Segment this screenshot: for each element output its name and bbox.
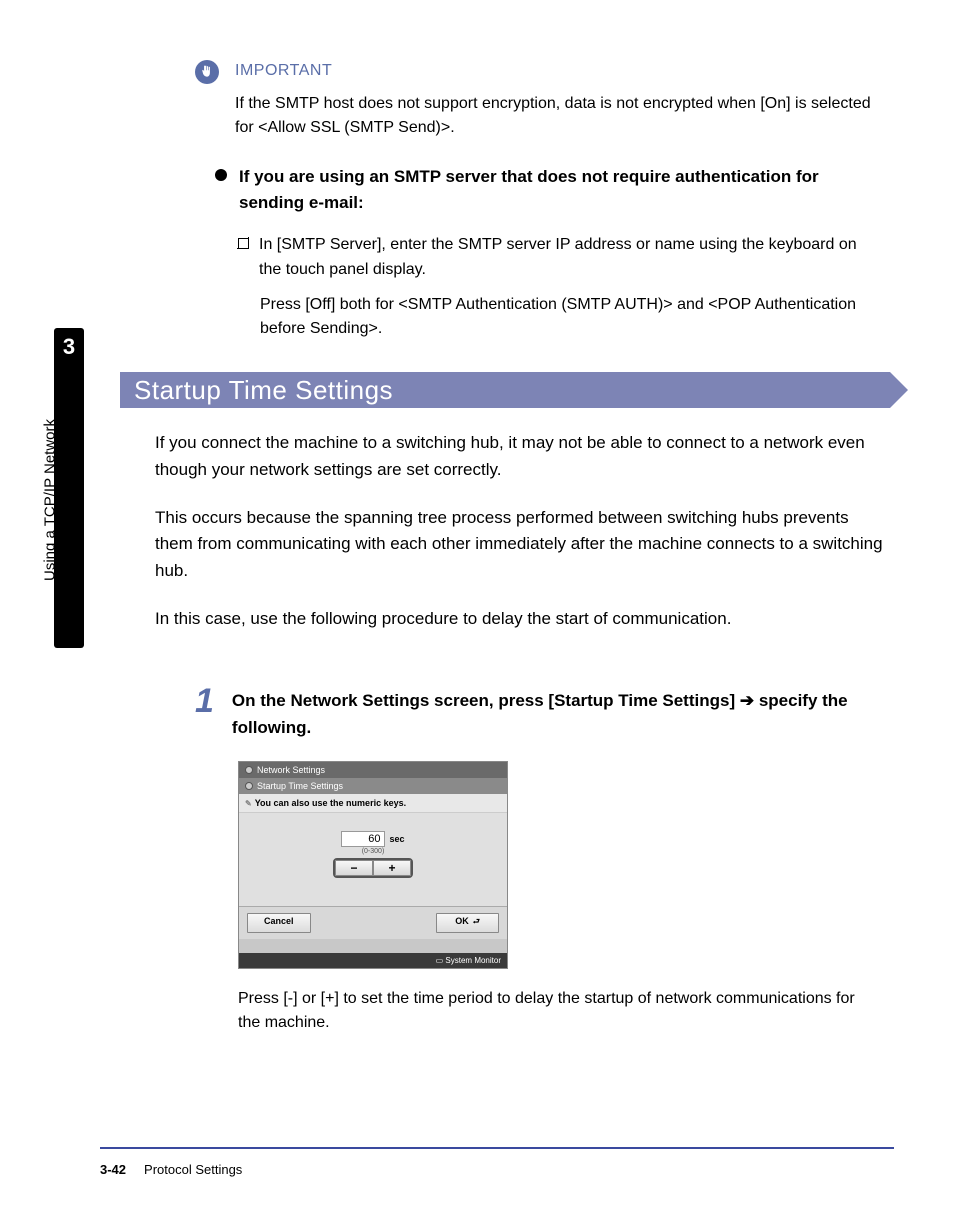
- square-bullet-row: In [SMTP Server], enter the SMTP server …: [238, 233, 878, 283]
- section-paragraph-2: This occurs because the spanning tree pr…: [155, 505, 885, 584]
- device-titlebar-2: Startup Time Settings: [239, 778, 507, 794]
- square-bullet-text-1: In [SMTP Server], enter the SMTP server …: [259, 233, 878, 283]
- bullet-heading-row: If you are using an SMTP server that doe…: [215, 164, 885, 215]
- value-field[interactable]: 60: [341, 831, 385, 847]
- section-title: Startup Time Settings: [120, 375, 393, 406]
- important-callout: IMPORTANT: [195, 60, 890, 84]
- device-actions: Cancel OK: [239, 906, 507, 939]
- gear-icon: [245, 766, 253, 774]
- step-text-a: On the Network Settings screen, press [S…: [232, 691, 740, 710]
- page-footer: 3-42 Protocol Settings: [100, 1162, 242, 1177]
- device-titlebar-1: Network Settings: [239, 762, 507, 778]
- step-instruction: On the Network Settings screen, press [S…: [232, 688, 885, 741]
- value-unit: sec: [389, 834, 404, 844]
- device-title-2: Startup Time Settings: [257, 781, 343, 791]
- system-monitor-button[interactable]: System Monitor: [436, 956, 501, 965]
- footer-rule: [100, 1147, 894, 1149]
- device-spacer: [239, 939, 507, 953]
- ok-button[interactable]: OK: [436, 913, 499, 933]
- chapter-number: 3: [54, 334, 84, 360]
- minus-button[interactable]: −: [335, 860, 373, 876]
- device-screenshot: Network Settings Startup Time Settings Y…: [238, 761, 508, 969]
- arrow-icon: ➔: [740, 691, 754, 710]
- chapter-label: Using a TCP/IP Network: [42, 419, 59, 581]
- circle-bullet-icon: [215, 169, 227, 181]
- page-number: 3-42: [100, 1162, 126, 1177]
- bullet-heading: If you are using an SMTP server that doe…: [239, 164, 885, 215]
- important-label: IMPORTANT: [235, 62, 332, 80]
- section-header: Startup Time Settings: [120, 372, 890, 408]
- section-paragraph-1: If you connect the machine to a switchin…: [155, 430, 885, 483]
- device-hint: You can also use the numeric keys.: [239, 794, 507, 813]
- square-bullet-icon: [238, 238, 249, 249]
- step-row: 1 On the Network Settings screen, press …: [195, 684, 885, 741]
- section-paragraph-3: In this case, use the following procedur…: [155, 606, 885, 632]
- device-title-1: Network Settings: [257, 765, 325, 775]
- device-footer: System Monitor: [239, 953, 507, 968]
- cancel-button[interactable]: Cancel: [247, 913, 311, 933]
- device-body: 60 sec (0-300) − +: [239, 813, 507, 906]
- step-number: 1: [195, 684, 214, 741]
- stepper-group: − +: [333, 858, 413, 878]
- square-bullet-text-2: Press [Off] both for <SMTP Authenticatio…: [260, 293, 870, 343]
- value-range: (0-300): [362, 848, 385, 855]
- plus-button[interactable]: +: [373, 860, 411, 876]
- page-content: IMPORTANT If the SMTP host does not supp…: [120, 60, 890, 1035]
- hand-icon: [195, 60, 219, 84]
- gear-icon: [245, 782, 253, 790]
- footer-section: Protocol Settings: [144, 1162, 242, 1177]
- important-body: If the SMTP host does not support encryp…: [235, 92, 885, 140]
- chapter-label-wrap: Using a TCP/IP Network: [40, 360, 60, 640]
- step-caption: Press [-] or [+] to set the time period …: [238, 987, 878, 1035]
